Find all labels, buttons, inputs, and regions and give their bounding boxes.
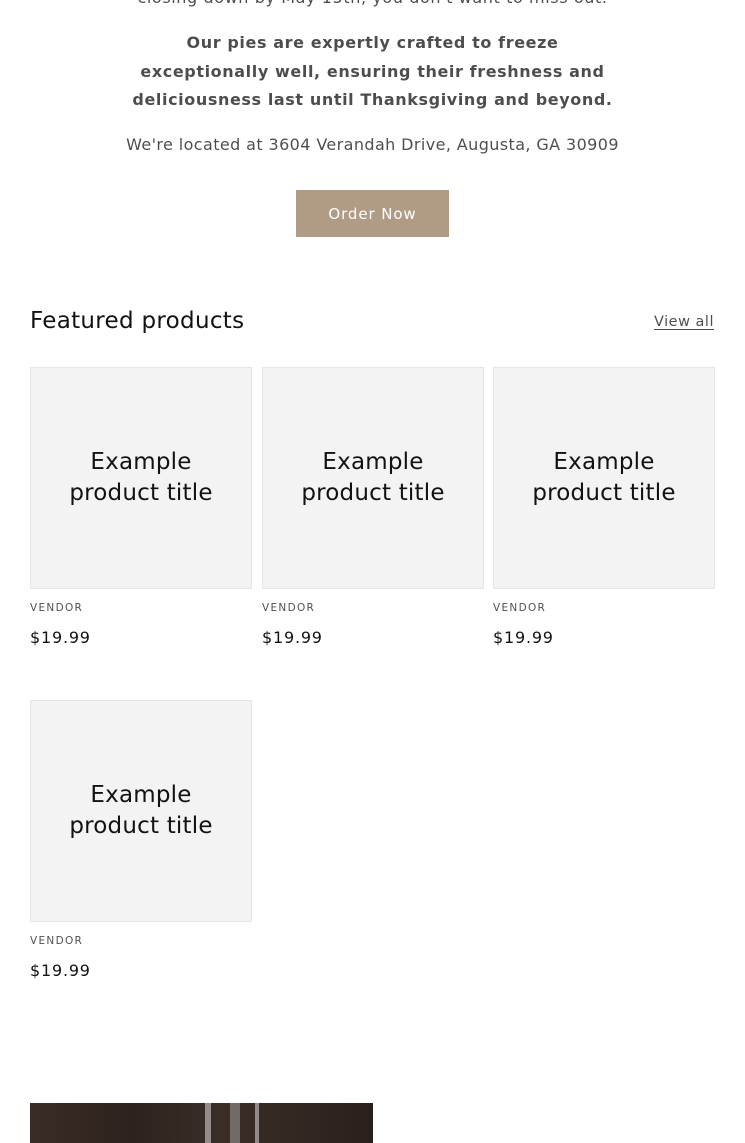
product-card[interactable]: Example product title VENDOR $19.99 [30, 700, 252, 981]
product-card-title[interactable]: Example product title [494, 447, 714, 509]
product-card-vendor: VENDOR [262, 602, 316, 614]
product-card-media[interactable]: Example product title [262, 367, 484, 589]
product-card-vendor: VENDOR [493, 602, 547, 614]
intro-cut-text: closing down by May 15th, you don't want… [0, 0, 745, 8]
product-card-media[interactable]: Example product title [493, 367, 715, 589]
product-card-price: $19.99 [262, 628, 323, 647]
product-card-price: $19.99 [30, 628, 91, 647]
banner-image-detail [205, 1103, 211, 1143]
product-card[interactable]: Example product title VENDOR $19.99 [262, 367, 484, 648]
product-card[interactable]: Example product title VENDOR $19.99 [493, 367, 715, 648]
intro-bold-text: Our pies are expertly crafted to freeze … [132, 33, 613, 110]
product-card-vendor: VENDOR [30, 935, 84, 947]
product-card-title[interactable]: Example product title [31, 780, 251, 842]
banner-image-detail [255, 1103, 259, 1143]
product-card[interactable]: Example product title VENDOR $19.99 [30, 367, 252, 648]
product-card-title[interactable]: Example product title [31, 447, 251, 509]
product-card-media[interactable]: Example product title [30, 367, 252, 589]
banner-image-detail [230, 1103, 240, 1143]
view-all-link[interactable]: View all [654, 314, 714, 330]
product-card-vendor: VENDOR [30, 602, 84, 614]
banner-image [30, 1103, 373, 1143]
product-card-title[interactable]: Example product title [263, 447, 483, 509]
product-card-price: $19.99 [493, 628, 554, 647]
intro-address-text: We're located at 3604 Verandah Drive, Au… [126, 135, 619, 154]
order-now-button[interactable]: Order Now [296, 190, 449, 237]
product-card-media[interactable]: Example product title [30, 700, 252, 922]
product-card-price: $19.99 [30, 961, 91, 980]
featured-products-title: Featured products [30, 308, 245, 334]
